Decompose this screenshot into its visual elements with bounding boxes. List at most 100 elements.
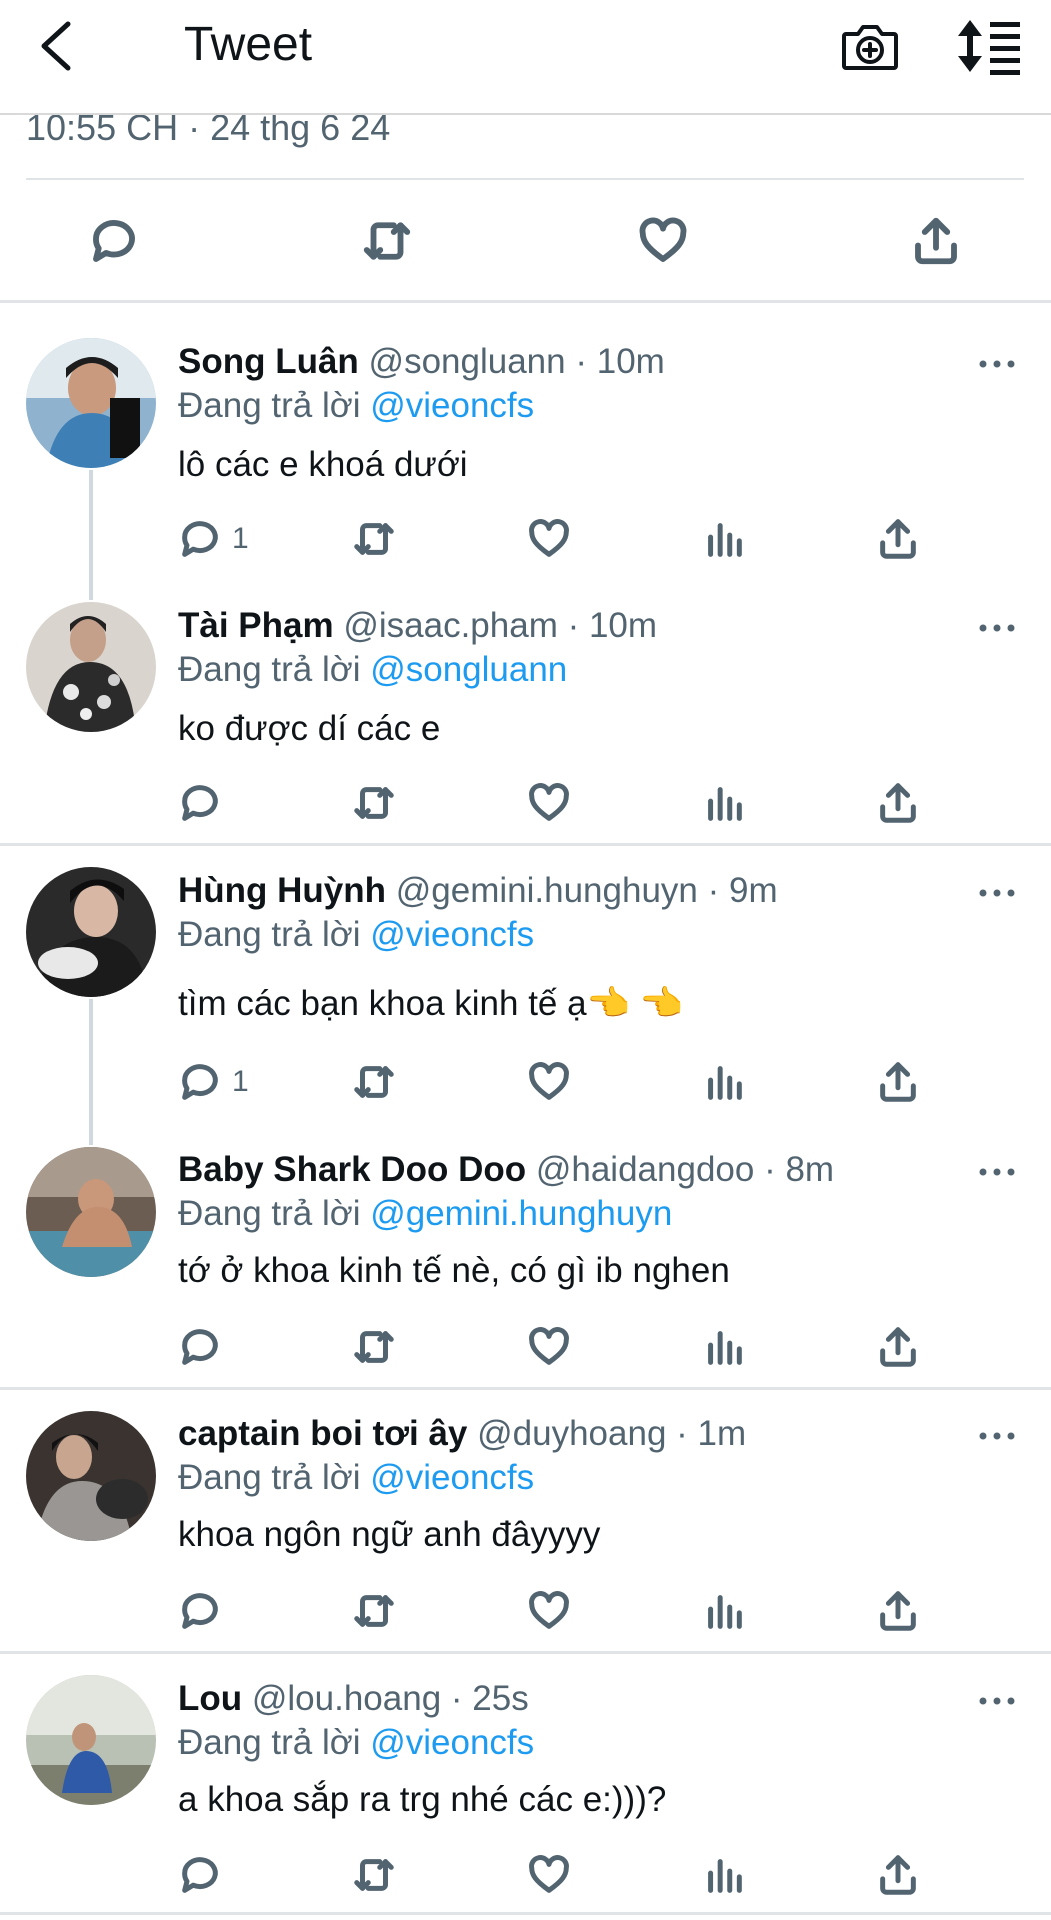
divider <box>0 1651 1051 1654</box>
share-icon[interactable] <box>875 1324 921 1370</box>
display-name[interactable]: Baby Shark Doo Doo <box>178 1150 526 1189</box>
display-name[interactable]: captain boi tơi ây <box>178 1414 467 1453</box>
like-icon[interactable] <box>526 780 572 826</box>
reply-count: 1 <box>232 522 249 555</box>
display-name[interactable]: Song Luân <box>178 342 359 381</box>
replying-to: Đang trả lời @vieoncfs <box>178 384 534 428</box>
like-icon[interactable] <box>526 1588 572 1634</box>
reply-header: Song Luân @songluann · 10m <box>178 342 665 381</box>
reply-icon[interactable] <box>177 516 223 562</box>
views-icon[interactable] <box>701 1588 747 1634</box>
more-options-icon[interactable] <box>977 881 1017 905</box>
reply-icon[interactable] <box>177 780 223 826</box>
like-icon[interactable] <box>526 1852 572 1898</box>
replying-to-label: Đang trả lời <box>178 386 361 425</box>
like-icon[interactable] <box>526 516 572 562</box>
share-icon[interactable] <box>875 780 921 826</box>
share-icon[interactable] <box>875 1852 921 1898</box>
display-name[interactable]: Tài Phạm <box>178 606 334 645</box>
more-options-icon[interactable] <box>977 1689 1017 1713</box>
views-icon[interactable] <box>701 1852 747 1898</box>
share-icon[interactable] <box>875 1588 921 1634</box>
reply-icon[interactable] <box>177 1852 223 1898</box>
reply-header: Hùng Huỳnh @gemini.hunghuyn · 9m <box>178 871 778 910</box>
user-handle[interactable]: @lou.hoang <box>252 1679 441 1718</box>
user-handle[interactable]: @songluann <box>369 342 566 381</box>
reply-time: 25s <box>472 1679 529 1718</box>
retweet-icon[interactable] <box>351 1324 397 1370</box>
retweet-icon[interactable] <box>351 1059 397 1105</box>
like-icon[interactable] <box>636 214 690 268</box>
user-handle[interactable]: @duyhoang <box>477 1414 666 1453</box>
reply-time: 8m <box>785 1150 835 1189</box>
back-chevron-icon[interactable] <box>30 14 90 74</box>
replying-to-label: Đang trả lời <box>178 1723 361 1762</box>
more-options-icon[interactable] <box>977 352 1017 376</box>
mention-link[interactable]: @vieoncfs <box>370 1723 534 1762</box>
avatar[interactable] <box>26 1147 156 1277</box>
reply-count: 1 <box>232 1065 249 1098</box>
user-handle[interactable]: @isaac.pham <box>343 606 558 645</box>
replying-to-label: Đang trả lời <box>178 1194 361 1233</box>
reply-text: ko được dí các e <box>178 709 441 748</box>
reply-icon[interactable] <box>177 1324 223 1370</box>
display-name[interactable]: Lou <box>178 1679 242 1718</box>
reply-icon[interactable] <box>177 1588 223 1634</box>
avatar[interactable] <box>26 867 156 997</box>
retweet-icon[interactable] <box>360 214 414 268</box>
more-options-icon[interactable] <box>977 1424 1017 1448</box>
retweet-icon[interactable] <box>351 516 397 562</box>
reply-header: Tài Phạm @isaac.pham · 10m <box>178 606 658 645</box>
mention-link[interactable]: @vieoncfs <box>370 915 534 954</box>
replying-to: Đang trả lời @gemini.hunghuyn <box>178 1192 672 1236</box>
more-options-icon[interactable] <box>977 1160 1017 1184</box>
reply-action-bar <box>0 1318 1051 1378</box>
like-icon[interactable] <box>526 1059 572 1105</box>
reply-action-bar <box>0 1582 1051 1642</box>
user-handle[interactable]: @gemini.hunghuyn <box>396 871 698 910</box>
mention-link[interactable]: @vieoncfs <box>370 1458 534 1497</box>
avatar[interactable] <box>26 1675 156 1805</box>
reply-time: 10m <box>588 606 658 645</box>
reply-time: 1m <box>697 1414 747 1453</box>
share-icon[interactable] <box>875 1059 921 1105</box>
replying-to: Đang trả lời @vieoncfs <box>178 1721 534 1765</box>
mention-link[interactable]: @gemini.hunghuyn <box>370 1194 672 1233</box>
display-name[interactable]: Hùng Huỳnh <box>178 871 386 910</box>
avatar[interactable] <box>26 338 156 468</box>
replying-to-label: Đang trả lời <box>178 1458 361 1497</box>
views-icon[interactable] <box>701 780 747 826</box>
mention-link[interactable]: @songluann <box>370 650 567 689</box>
share-icon[interactable] <box>875 516 921 562</box>
views-icon[interactable] <box>701 1059 747 1105</box>
reply-icon[interactable] <box>177 1059 223 1105</box>
reply-header: captain boi tơi ây @duyhoang · 1m <box>178 1414 747 1453</box>
like-icon[interactable] <box>526 1324 572 1370</box>
more-options-icon[interactable] <box>977 616 1017 640</box>
share-icon[interactable] <box>909 214 963 268</box>
reply-icon[interactable] <box>87 214 141 268</box>
user-handle[interactable]: @haidangdoo <box>536 1150 755 1189</box>
reply-header: Lou @lou.hoang · 25s <box>178 1679 529 1718</box>
views-icon[interactable] <box>701 1324 747 1370</box>
replying-to-label: Đang trả lời <box>178 915 361 954</box>
reply-text: tìm các bạn khoa kinh tế ạ👈 👈 <box>178 984 684 1023</box>
reply-text: lô các e khoá dưới <box>178 445 468 484</box>
views-icon[interactable] <box>701 516 747 562</box>
retweet-icon[interactable] <box>351 1588 397 1634</box>
replying-to: Đang trả lời @vieoncfs <box>178 913 534 957</box>
avatar[interactable] <box>26 602 156 732</box>
reply-text: tớ ở khoa kinh tế nè, có gì ib nghen <box>178 1251 730 1290</box>
sort-list-icon[interactable] <box>956 14 1022 78</box>
reply-time: 10m <box>596 342 665 381</box>
reply-header: Baby Shark Doo Doo @haidangdoo · 8m <box>178 1150 835 1189</box>
camera-plus-icon[interactable] <box>838 14 902 78</box>
replying-to: Đang trả lời @songluann <box>178 648 567 692</box>
retweet-icon[interactable] <box>351 1852 397 1898</box>
avatar[interactable] <box>26 1411 156 1541</box>
mention-link[interactable]: @vieoncfs <box>370 386 534 425</box>
reply-action-bar <box>0 774 1051 834</box>
retweet-icon[interactable] <box>351 780 397 826</box>
divider <box>0 843 1051 846</box>
reply-time: 9m <box>729 871 778 910</box>
